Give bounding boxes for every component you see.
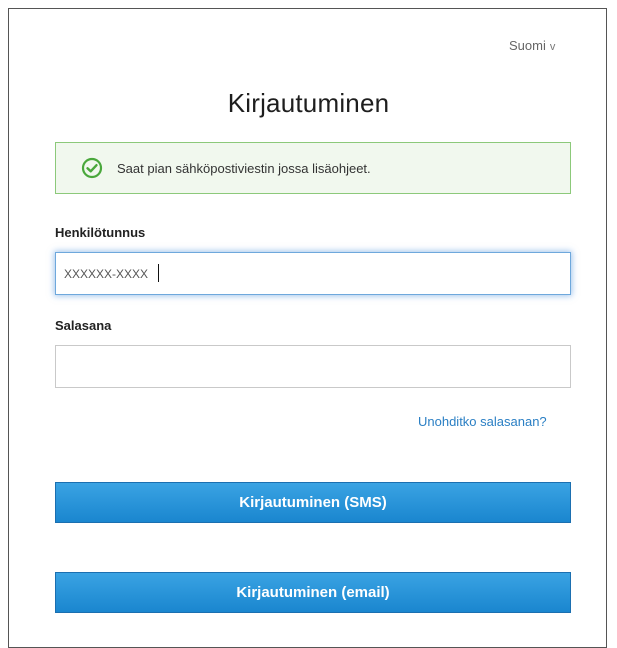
password-input[interactable] (55, 345, 571, 388)
language-label: Suomi (509, 38, 546, 53)
login-email-button[interactable]: Kirjautuminen (email) (55, 572, 571, 613)
text-cursor (158, 264, 159, 282)
id-number-input[interactable] (55, 252, 571, 295)
success-alert: Saat pian sähköpostiviestin jossa lisäoh… (55, 142, 571, 194)
alert-message: Saat pian sähköpostiviestin jossa lisäoh… (117, 160, 371, 176)
login-sms-button[interactable]: Kirjautuminen (SMS) (55, 482, 571, 523)
forgot-password-link[interactable]: Unohditko salasanan? (418, 414, 547, 429)
language-selector[interactable]: Suomi v (509, 38, 555, 53)
page-title: Kirjautuminen (227, 88, 390, 118)
id-field-label: Henkilötunnus (55, 225, 146, 240)
check-circle-icon (81, 157, 103, 179)
chevron-down-icon: v (549, 41, 556, 53)
password-field-label: Salasana (55, 318, 112, 333)
